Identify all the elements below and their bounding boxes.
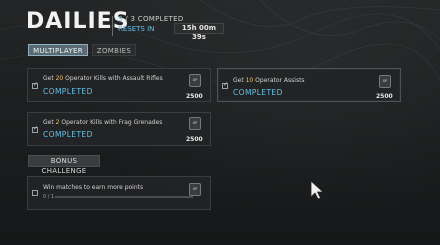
bonus-challenge-label: BONUS CHALLENGE xyxy=(28,155,100,175)
challenge-card[interactable]: ✓ Get 10 Operator Assists COMPLETED XP 2… xyxy=(217,68,401,102)
xp-badge-icon: XP xyxy=(189,117,201,130)
challenge-status: COMPLETED xyxy=(43,130,93,139)
xp-badge-icon: XP xyxy=(379,75,391,88)
page-title: DAILIES xyxy=(26,9,130,34)
bonus-progress-bar xyxy=(55,196,193,198)
checkbox-checked-icon: ✓ xyxy=(222,81,229,89)
challenge-title: Get 20 Operator Kills with Assault Rifle… xyxy=(43,75,163,82)
challenge-card[interactable]: ✓ Get 2 Operator Kills with Frag Grenade… xyxy=(27,112,211,146)
checkbox-checked-icon: ✓ xyxy=(32,81,39,89)
xp-reward: 2500 xyxy=(186,93,203,100)
tab-zombies[interactable]: ZOMBIES xyxy=(92,44,136,56)
xp-badge-icon: XP xyxy=(189,183,201,196)
challenge-title: Get 2 Operator Kills with Frag Grenades xyxy=(43,119,163,126)
completed-total: / 3 COMPLETED xyxy=(125,15,184,23)
bonus-challenge-card[interactable]: Win matches to earn more points 0 / 1 XP xyxy=(27,176,211,210)
checkbox-checked-icon: ✓ xyxy=(32,125,39,133)
reset-timer: 15h 00m 39s xyxy=(174,23,224,41)
xp-reward: 2500 xyxy=(186,136,203,143)
challenge-status: COMPLETED xyxy=(43,87,93,96)
completed-current: 3 xyxy=(118,15,123,23)
resets-label: RESETS IN xyxy=(118,25,155,33)
completion-count: 3 / 3 COMPLETED xyxy=(118,15,184,23)
bonus-title: Win matches to earn more points xyxy=(43,184,144,191)
checkbox-empty-icon xyxy=(32,190,38,196)
header-divider xyxy=(112,16,113,36)
bonus-progress-text: 0 / 1 xyxy=(43,194,55,200)
xp-badge-icon: XP xyxy=(189,74,201,87)
mouse-cursor-icon xyxy=(310,180,325,200)
challenge-card[interactable]: ✓ Get 20 Operator Kills with Assault Rif… xyxy=(27,68,211,102)
xp-reward: 2500 xyxy=(376,93,393,100)
tab-multiplayer[interactable]: MULTIPLAYER xyxy=(28,44,88,56)
challenge-title: Get 10 Operator Assists xyxy=(233,77,305,84)
challenge-status: COMPLETED xyxy=(233,88,283,97)
